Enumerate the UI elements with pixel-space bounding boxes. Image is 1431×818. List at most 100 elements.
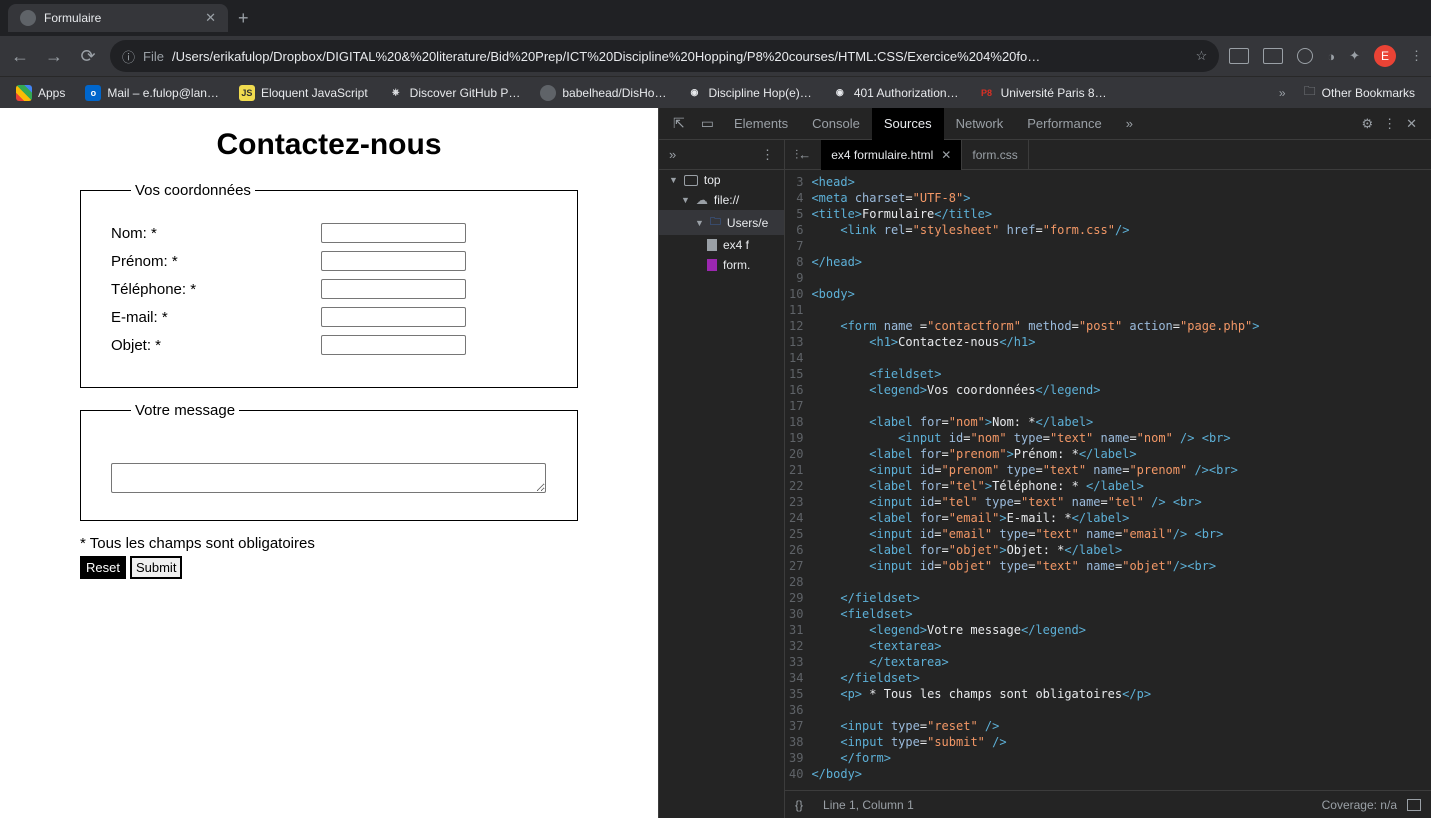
folder-icon: 🗀 [1304, 82, 1316, 103]
tree-folder-users[interactable]: ▼🗀Users/e [659, 210, 784, 235]
tree-file-origin[interactable]: ▼☁file:// [659, 190, 784, 210]
tree-file-html[interactable]: ex4 f [659, 235, 784, 255]
main-content: Contactez-nous Vos coordonnées Nom: * Pr… [0, 108, 1431, 818]
input-objet[interactable] [321, 335, 466, 355]
file-tab-html[interactable]: ex4 formulaire.html ✕ [821, 140, 962, 170]
new-tab-button[interactable]: + [228, 8, 259, 29]
menu-icon[interactable]: ⋮ [1383, 116, 1396, 132]
bookmark-disc[interactable]: ◉Discipline Hop(e)… [678, 81, 819, 105]
settings-icon[interactable]: ⚙ [1361, 116, 1373, 132]
overflow-icon[interactable]: » [1273, 86, 1292, 100]
inspect-icon[interactable]: ⇱ [665, 115, 693, 132]
star-icon[interactable]: ☆ [1196, 48, 1208, 64]
fieldset-coordonnees: Vos coordonnées Nom: * Prénom: * Télépho… [80, 182, 578, 388]
css-file-icon [707, 259, 717, 271]
cloud-icon: ☁ [696, 193, 708, 207]
bookmark-other[interactable]: 🗀Other Bookmarks [1296, 78, 1423, 107]
devtools-body: » ⋮ ▼top ▼☁file:// ▼🗀Users/e ex4 f form.… [659, 140, 1431, 818]
bookmark-github[interactable]: ⎈ Discover GitHub P… [380, 81, 529, 105]
nav-icon[interactable]: ⫶← [785, 147, 821, 163]
menu-icon[interactable]: ⋮ [1410, 48, 1423, 64]
label-prenom: Prénom: * [111, 253, 321, 270]
browser-chrome: Formulaire ✕ + ← → ⟳ ⓘ File /Users/erika… [0, 0, 1431, 108]
tabs-overflow-icon[interactable]: » [1114, 108, 1145, 140]
tree-label: Users/e [727, 216, 768, 230]
info-icon[interactable]: ⓘ [122, 47, 135, 66]
input-email[interactable] [321, 307, 466, 327]
bookmark-mail[interactable]: oMail – e.fulop@lan… [77, 81, 227, 105]
folder-icon: 🗀 [710, 213, 721, 232]
back-button[interactable]: ← [8, 46, 32, 67]
file-tab-css[interactable]: form.css [962, 140, 1028, 170]
menu-icon[interactable]: ⋮ [761, 147, 774, 163]
input-tel[interactable] [321, 279, 466, 299]
browser-tab[interactable]: Formulaire ✕ [8, 4, 228, 32]
apps-icon [16, 85, 32, 101]
devtools-tabs: ⇱ ▭ Elements Console Sources Network Per… [659, 108, 1431, 140]
coverage-icon[interactable] [1407, 799, 1421, 811]
extension-icon[interactable]: ◑ [1327, 49, 1335, 64]
extensions-menu-icon[interactable]: ✦ [1349, 48, 1360, 64]
submit-button[interactable] [130, 556, 182, 579]
tab-sources[interactable]: Sources [872, 108, 944, 140]
extension-icon[interactable] [1229, 48, 1249, 64]
device-icon[interactable]: ▭ [693, 115, 722, 132]
devtools: ⇱ ▭ Elements Console Sources Network Per… [658, 108, 1431, 818]
close-icon[interactable]: ✕ [941, 148, 951, 162]
tab-network[interactable]: Network [944, 108, 1016, 140]
devtools-status-bar: {} Line 1, Column 1 Coverage: n/a [785, 790, 1431, 818]
frame-icon [684, 175, 698, 186]
tab-favicon [20, 10, 36, 26]
tree-top[interactable]: ▼top [659, 170, 784, 190]
file-tab-label: ex4 formulaire.html [831, 148, 933, 162]
globe-icon: ◉ [832, 85, 848, 101]
bookmark-label: 401 Authorization… [854, 86, 959, 100]
github-icon [540, 85, 556, 101]
bookmark-apps[interactable]: Apps [8, 81, 73, 105]
bookmark-auth[interactable]: ◉ 401 Authorization… [824, 81, 967, 105]
label-nom: Nom: * [111, 225, 321, 242]
bookmark-bar: Apps oMail – e.fulop@lan… JSEloquent Jav… [0, 76, 1431, 108]
rendered-page: Contactez-nous Vos coordonnées Nom: * Pr… [0, 108, 658, 818]
close-icon[interactable]: ✕ [205, 10, 216, 26]
file-tabs: ⫶← ex4 formulaire.html ✕ form.css [785, 140, 1431, 170]
extension-icon[interactable] [1263, 48, 1283, 64]
url-bar[interactable]: ⓘ File /Users/erikafulop/Dropbox/DIGITAL… [110, 40, 1219, 72]
page-heading: Contactez-nous [80, 128, 578, 162]
extension-icon[interactable] [1297, 48, 1313, 64]
fieldset-message: Votre message [80, 402, 578, 521]
mail-icon: o [85, 85, 101, 101]
bookmark-babel[interactable]: babelhead/DisHo… [532, 81, 674, 105]
tab-elements[interactable]: Elements [722, 108, 800, 140]
tree-label: file:// [714, 193, 739, 207]
extension-area: ◑ ✦ E ⋮ [1229, 45, 1423, 67]
bookmark-label: Discover GitHub P… [410, 86, 521, 100]
bookmark-label: babelhead/DisHo… [562, 86, 666, 100]
file-tab-label: form.css [972, 148, 1017, 162]
reset-button[interactable] [80, 556, 126, 579]
coverage-label: Coverage: n/a [1322, 798, 1397, 812]
tree-file-css[interactable]: form. [659, 255, 784, 275]
input-nom[interactable] [321, 223, 466, 243]
line-gutter: 3456789101112131415161718192021222324252… [785, 170, 811, 790]
tab-performance[interactable]: Performance [1015, 108, 1113, 140]
code-editor[interactable]: 3456789101112131415161718192021222324252… [785, 170, 1431, 790]
file-icon [707, 239, 717, 251]
forward-button[interactable]: → [42, 46, 66, 67]
close-icon[interactable]: ✕ [1406, 116, 1417, 132]
profile-avatar[interactable]: E [1374, 45, 1396, 67]
overflow-icon[interactable]: » [669, 147, 676, 162]
chevron-down-icon: ▼ [669, 175, 678, 185]
bookmark-eloquent[interactable]: JSEloquent JavaScript [231, 81, 376, 105]
reload-button[interactable]: ⟳ [76, 46, 100, 67]
github-icon: ⎈ [388, 85, 404, 101]
cursor-position: Line 1, Column 1 [823, 798, 914, 812]
nav-bar: ← → ⟳ ⓘ File /Users/erikafulop/Dropbox/D… [0, 36, 1431, 76]
tree-label: form. [723, 258, 750, 272]
textarea-message[interactable] [111, 463, 546, 493]
code-content: <head><meta charset="UTF-8"><title>Formu… [811, 170, 1259, 790]
input-prenom[interactable] [321, 251, 466, 271]
tab-console[interactable]: Console [800, 108, 872, 140]
brackets-icon[interactable]: {} [795, 798, 803, 812]
bookmark-paris[interactable]: P8Université Paris 8… [971, 81, 1115, 105]
